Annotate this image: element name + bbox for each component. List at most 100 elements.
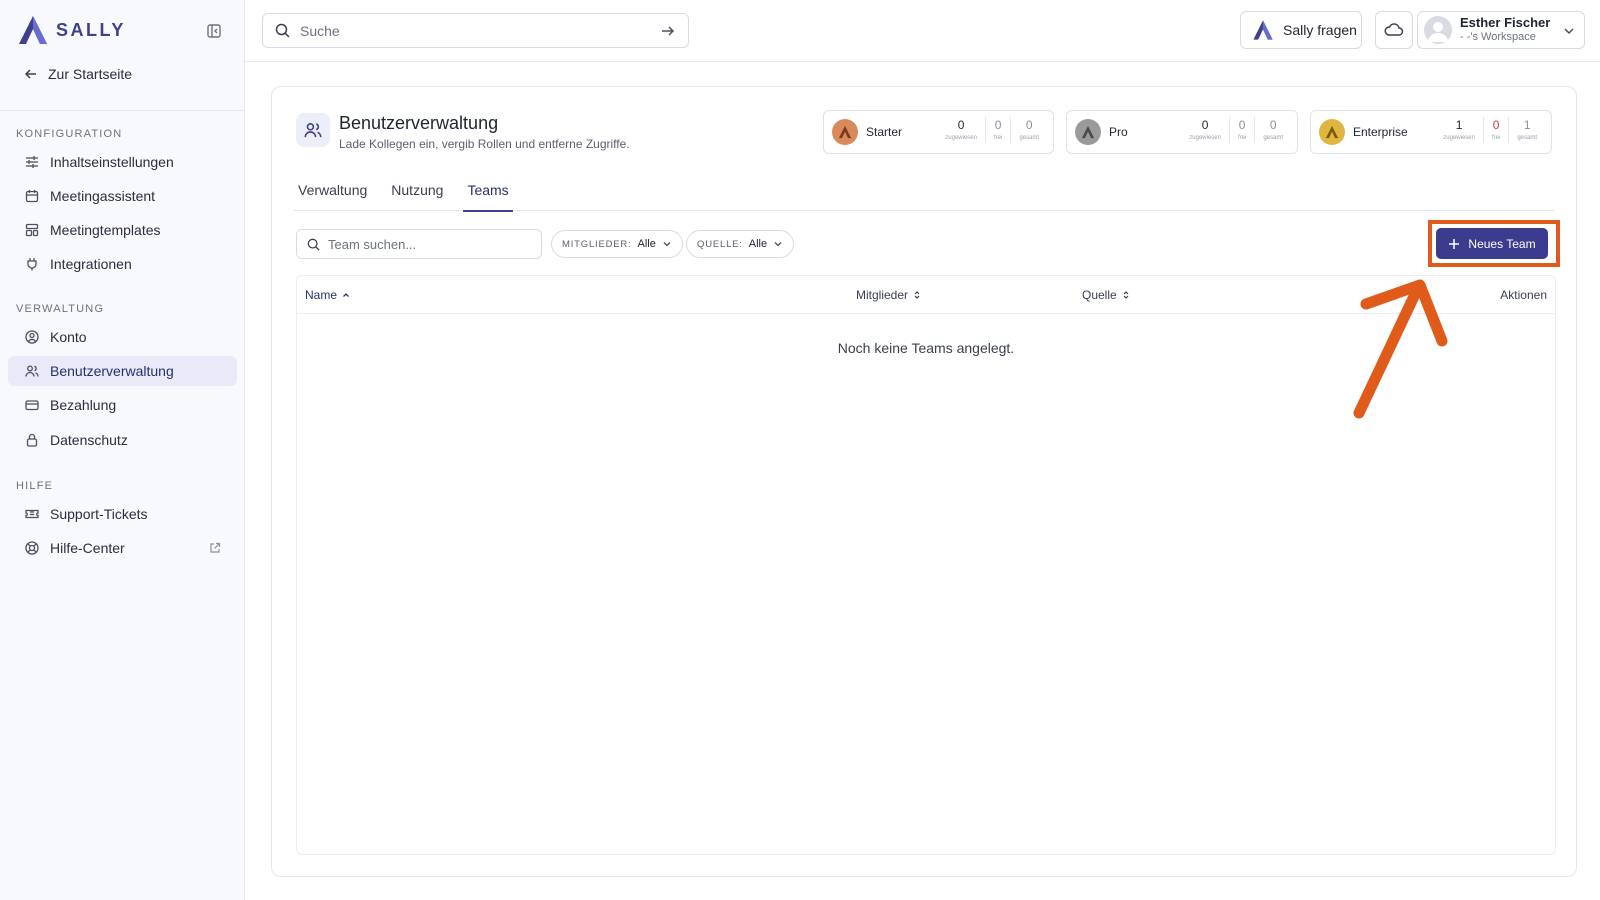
section-title-verwaltung: Verwaltung xyxy=(16,303,105,315)
column-label: Quelle xyxy=(1082,288,1117,302)
pro-plan-icon xyxy=(1075,119,1101,145)
tab-bar: Verwaltung Nutzung Teams xyxy=(294,181,1554,212)
plan-assigned-label: zugewiesen xyxy=(945,135,977,141)
sidebar-item-label: Bezahlung xyxy=(50,397,117,413)
column-header-source[interactable]: Quelle xyxy=(1082,288,1131,302)
brand-name: SALLY xyxy=(56,19,126,40)
column-label: Mitglieder xyxy=(856,288,909,302)
plan-free: 0 xyxy=(1238,118,1246,132)
plan-total-label: gesamt xyxy=(1019,135,1039,141)
back-to-home-link[interactable]: Zur Startseite xyxy=(24,66,132,82)
sidebar-divider xyxy=(0,110,245,111)
sidebar-item-label: Datenschutz xyxy=(50,432,128,448)
user-management-card: Benutzerverwaltung Lade Kollegen ein, ve… xyxy=(271,86,1577,877)
column-header-name[interactable]: Name xyxy=(305,288,351,302)
plan-assigned: 0 xyxy=(1201,118,1209,132)
filter-source-dropdown[interactable]: Quelle: Alle xyxy=(686,230,795,258)
sidebar-item-label: Support-Tickets xyxy=(50,506,148,522)
plan-total-label: gesamt xyxy=(1517,135,1537,141)
plan-total-label: gesamt xyxy=(1263,135,1283,141)
ticket-icon xyxy=(24,506,40,522)
chevron-down-icon xyxy=(774,242,782,247)
user-menu-button[interactable]: Esther Fischer - -'s Workspace xyxy=(1417,11,1585,49)
users-icon xyxy=(24,363,40,379)
column-label: Aktionen xyxy=(1500,288,1547,302)
sidebar-item-label: Hilfe-Center xyxy=(50,540,125,556)
user-circle-icon xyxy=(24,329,40,345)
arrow-left-icon xyxy=(24,69,36,79)
sidebar-item-integrationen[interactable]: Integrationen xyxy=(8,249,237,279)
brand-logo[interactable]: SALLY xyxy=(16,14,126,46)
sidebar-item-label: Meetingtemplates xyxy=(50,222,161,238)
sally-logo-icon xyxy=(1253,20,1273,40)
sidebar-item-meetingtemplates[interactable]: Meetingtemplates xyxy=(8,215,237,245)
tab-verwaltung[interactable]: Verwaltung xyxy=(294,181,371,211)
sort-icon xyxy=(1123,291,1129,299)
arrow-right-icon[interactable] xyxy=(660,23,676,39)
column-header-actions: Aktionen xyxy=(1500,288,1547,302)
lock-icon xyxy=(24,432,40,448)
plan-card-enterprise: Enterprise 1 zugewiesen 0 frei 1 gesamt xyxy=(1310,110,1552,154)
topbar: Suche Sally fragen Esther Fischer - -'s … xyxy=(245,0,1600,62)
external-link-icon xyxy=(209,541,223,555)
tab-nutzung[interactable]: Nutzung xyxy=(387,181,447,211)
plan-assigned: 0 xyxy=(957,118,965,132)
tab-teams[interactable]: Teams xyxy=(463,181,513,212)
plan-card-pro: Pro 0 zugewiesen 0 frei 0 gesamt xyxy=(1066,110,1298,154)
user-placeholder-icon xyxy=(1428,22,1448,42)
global-search-input[interactable]: Suche xyxy=(262,13,689,48)
sidebar-item-support-tickets[interactable]: Support-Tickets xyxy=(8,499,237,529)
sliders-icon xyxy=(24,154,40,170)
filter-key: Mitglieder: xyxy=(562,238,632,250)
plan-total: 1 xyxy=(1523,118,1531,132)
sidebar-item-meetingassistent[interactable]: Meetingassistent xyxy=(8,181,237,211)
table-header: Name Mitglieder Quelle Aktionen xyxy=(297,276,1555,314)
cloud-sync-button[interactable] xyxy=(1375,11,1413,49)
section-title-hilfe: Hilfe xyxy=(16,480,54,492)
new-team-label: Neues Team xyxy=(1468,236,1536,251)
new-team-highlight-box: Neues Team xyxy=(1428,220,1560,267)
sidebar-item-konto[interactable]: Konto xyxy=(8,322,237,352)
column-header-members[interactable]: Mitglieder xyxy=(856,288,922,302)
plan-assigned-label: zugewiesen xyxy=(1443,135,1475,141)
ask-sally-label: Sally fragen xyxy=(1283,22,1357,38)
back-label: Zur Startseite xyxy=(48,66,133,82)
sidebar-item-label: Integrationen xyxy=(50,256,132,272)
filter-value: Alle xyxy=(637,238,656,250)
sort-asc-icon xyxy=(343,293,349,297)
template-icon xyxy=(24,222,40,238)
users-icon xyxy=(296,113,330,147)
user-workspace: - -'s Workspace xyxy=(1460,31,1536,44)
plan-assigned-label: zugewiesen xyxy=(1189,135,1221,141)
cloud-icon xyxy=(1384,23,1404,36)
sidebar-item-inhaltseinstellungen[interactable]: Inhaltseinstellungen xyxy=(8,147,237,177)
sidebar-item-datenschutz[interactable]: Datenschutz xyxy=(8,425,237,455)
sidebar-item-label: Inhaltseinstellungen xyxy=(50,154,174,170)
search-icon xyxy=(275,23,290,38)
sidebar: SALLY Zur Startseite Konfiguration Inhal… xyxy=(0,0,245,900)
plan-name: Pro xyxy=(1109,125,1128,139)
lifebuoy-icon xyxy=(24,540,40,556)
new-team-button[interactable]: Neues Team xyxy=(1436,228,1548,259)
plan-free-label: frei xyxy=(1491,135,1501,141)
plan-free-label: frei xyxy=(993,135,1003,141)
filter-members-dropdown[interactable]: Mitglieder: Alle xyxy=(551,230,683,258)
credit-card-icon xyxy=(24,397,40,413)
plan-free: 0 xyxy=(1492,118,1500,132)
plan-free-label: frei xyxy=(1237,135,1247,141)
collapse-sidebar-icon[interactable] xyxy=(205,22,223,40)
sidebar-item-bezahlung[interactable]: Bezahlung xyxy=(8,390,237,420)
teams-table: Name Mitglieder Quelle Aktionen Noch kei… xyxy=(296,275,1556,855)
chevron-down-icon xyxy=(1564,28,1574,35)
plan-assigned: 1 xyxy=(1455,118,1463,132)
plan-free: 0 xyxy=(994,118,1002,132)
sidebar-item-hilfe-center[interactable]: Hilfe-Center xyxy=(8,533,237,563)
section-title-konfiguration: Konfiguration xyxy=(16,128,123,140)
user-name: Esther Fischer xyxy=(1460,15,1551,31)
team-search-input[interactable]: Team suchen... xyxy=(296,229,542,259)
plug-icon xyxy=(24,256,40,272)
sidebar-item-benutzerverwaltung[interactable]: Benutzerverwaltung xyxy=(8,356,237,386)
plan-card-starter: Starter 0 zugewiesen 0 frei 0 gesamt xyxy=(823,110,1054,154)
sally-logo-icon xyxy=(19,16,47,44)
ask-sally-button[interactable]: Sally fragen xyxy=(1240,11,1362,49)
